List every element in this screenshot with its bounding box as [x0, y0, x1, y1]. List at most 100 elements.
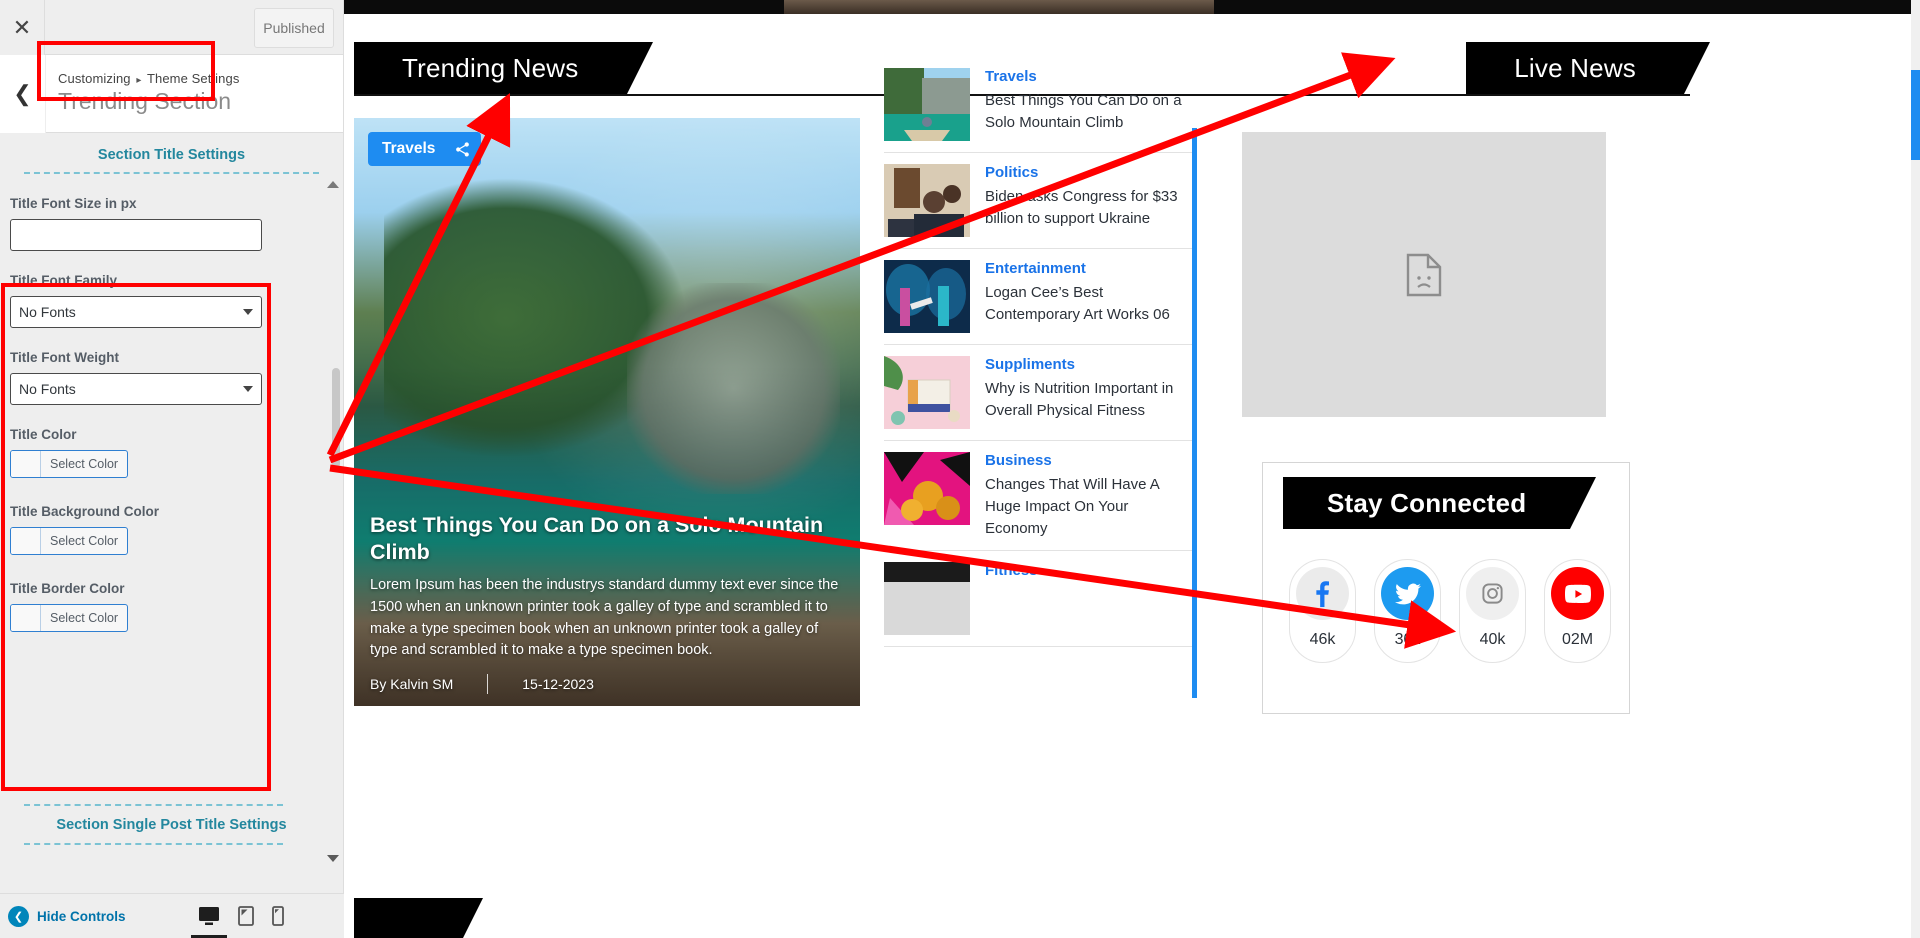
social-count: 40k: [1479, 631, 1506, 648]
list-item-category[interactable]: Travels: [985, 68, 1192, 85]
title-border-color-picker[interactable]: Select Color: [10, 604, 129, 632]
list-item-text: Travels Best Things You Can Do on a Solo…: [985, 68, 1192, 134]
list-item[interactable]: Suppliments Why is Nutrition Important i…: [884, 345, 1192, 441]
select-color-label: Select Color: [50, 534, 119, 548]
list-item-category[interactable]: Fitness: [985, 562, 1038, 579]
scroll-up-arrow-icon[interactable]: [327, 181, 339, 188]
divider: [24, 804, 283, 806]
live-news-placeholder: [1242, 132, 1606, 417]
title-background-color-picker[interactable]: Select Color: [10, 527, 129, 555]
section-title-settings-heading: Section Title Settings: [97, 147, 246, 163]
list-item-category[interactable]: Entertainment: [985, 260, 1192, 277]
control-title-font-family: Title Font Family No Fonts: [10, 273, 333, 328]
list-item-text: Politics Biden asks Congress for $33 bil…: [985, 164, 1192, 230]
panel-titles: Customizing ▸ Theme Settings Trending Se…: [46, 71, 239, 116]
list-item-text: Entertainment Logan Cee’s Best Contempor…: [985, 260, 1192, 326]
section-single-post-title-settings-heading: Section Single Post Title Settings: [56, 817, 287, 833]
preview-top-strip: [344, 0, 1920, 14]
scrollbar-thumb[interactable]: [332, 368, 340, 468]
hero-author: By Kalvin SM: [370, 676, 454, 692]
list-item-thumbnail: [884, 164, 970, 237]
hero-excerpt: Lorem Ipsum has been the industrys stand…: [370, 577, 839, 659]
stay-connected-title-ribbon: Stay Connected: [1283, 477, 1629, 529]
title-font-weight-select[interactable]: No Fonts: [10, 373, 262, 405]
list-item-title[interactable]: Logan Cee’s Best Contemporary Art Works …: [985, 282, 1192, 326]
social-instagram[interactable]: 40k: [1459, 559, 1526, 663]
breadcrumb: Customizing ▸ Theme Settings: [58, 71, 239, 86]
list-item-text: Suppliments Why is Nutrition Important i…: [985, 356, 1192, 422]
hero-category-badge[interactable]: Travels: [368, 132, 482, 166]
chevron-down-icon: [243, 386, 253, 392]
list-item-title[interactable]: Why is Nutrition Important in Overall Ph…: [985, 378, 1192, 422]
color-swatch: [11, 605, 41, 631]
control-title-background-color: Title Background Color Select Color: [10, 504, 333, 559]
list-item-title[interactable]: Biden asks Congress for $33 billion to s…: [985, 186, 1192, 230]
next-section-title: [354, 898, 484, 938]
control-label: Title Color: [10, 427, 77, 442]
control-title-color: Title Color Select Color: [10, 427, 333, 482]
instagram-icon: [1466, 567, 1519, 620]
social-twitter[interactable]: 30k: [1374, 559, 1441, 663]
divider: [24, 172, 319, 174]
list-item-thumbnail: [884, 562, 970, 636]
trending-news-title: Trending News: [354, 42, 652, 94]
divider: [24, 843, 283, 845]
list-item-text: Fitness: [985, 562, 1038, 584]
close-icon[interactable]: ✕: [0, 0, 45, 55]
chevron-left-icon[interactable]: ❮: [0, 54, 46, 133]
title-font-size-input[interactable]: [10, 219, 262, 251]
customizer-header: ✕ Published: [0, 0, 343, 55]
list-item-category[interactable]: Suppliments: [985, 356, 1192, 373]
hero-date: 15-12-2023: [522, 676, 594, 692]
list-item[interactable]: Fitness: [884, 551, 1192, 648]
hero-meta: By Kalvin SM 15-12-2023: [370, 674, 844, 694]
list-item[interactable]: Business Changes That Will Have A Huge I…: [884, 441, 1192, 552]
social-count: 02M: [1561, 631, 1594, 648]
social-facebook[interactable]: 46k: [1289, 559, 1356, 663]
color-swatch: [11, 451, 41, 477]
scrollbar-thumb[interactable]: [1911, 70, 1920, 160]
hero-text-block: Best Things You Can Do on a Solo Mountai…: [370, 512, 844, 694]
mobile-icon[interactable]: [272, 906, 284, 926]
trending-news-section: Trending News Travels Best Things You Ca…: [354, 42, 1192, 706]
tablet-icon[interactable]: [238, 906, 254, 926]
live-news-section: Live News Stay Connected 46k 30k 40k 02M: [1192, 42, 1910, 714]
list-item-category[interactable]: Business: [985, 452, 1192, 469]
scroll-down-arrow-icon[interactable]: [327, 855, 339, 862]
divider: [1192, 94, 1690, 96]
desktop-icon[interactable]: [191, 906, 227, 938]
control-label: Title Font Weight: [10, 350, 119, 365]
list-item-title[interactable]: Changes That Will Have A Huge Impact On …: [985, 474, 1192, 539]
broken-document-icon: [1406, 253, 1442, 296]
list-item[interactable]: Travels Best Things You Can Do on a Solo…: [884, 64, 1192, 153]
controls-list: Title Font Size in px Title Font Family …: [0, 196, 343, 636]
hero-article-card[interactable]: Travels Best Things You Can Do on a Solo…: [354, 118, 860, 706]
color-swatch: [11, 528, 41, 554]
social-count: 30k: [1394, 631, 1421, 648]
hero-category-label: Travels: [382, 140, 436, 157]
list-item[interactable]: Entertainment Logan Cee’s Best Contempor…: [884, 249, 1192, 345]
breadcrumb-parent[interactable]: Theme Settings: [147, 71, 239, 86]
preview-scrollbar[interactable]: [1911, 0, 1920, 938]
social-youtube[interactable]: 02M: [1544, 559, 1611, 663]
control-title-font-size: Title Font Size in px: [10, 196, 333, 251]
hide-controls-button[interactable]: ❮ Hide Controls: [8, 905, 126, 927]
site-preview: Trending News Travels Best Things You Ca…: [344, 0, 1920, 938]
title-color-picker[interactable]: Select Color: [10, 450, 129, 478]
sidebar-scrollbar[interactable]: [332, 243, 340, 863]
hero-title[interactable]: Best Things You Can Do on a Solo Mountai…: [370, 512, 844, 566]
chevron-left-circle-icon: ❮: [8, 905, 29, 927]
select-color-label: Select Color: [50, 457, 119, 471]
list-item[interactable]: Politics Biden asks Congress for $33 bil…: [884, 153, 1192, 249]
top-banner-image: [784, 0, 1214, 14]
device-preview-buttons: [191, 906, 284, 938]
list-item-thumbnail: [884, 452, 970, 525]
publish-button[interactable]: Published: [254, 8, 334, 48]
facebook-icon: [1296, 567, 1349, 620]
title-font-family-select[interactable]: No Fonts: [10, 296, 262, 328]
share-icon[interactable]: [447, 134, 477, 164]
breadcrumb-separator-icon: ▸: [136, 75, 142, 87]
list-item-title[interactable]: Best Things You Can Do on a Solo Mountai…: [985, 90, 1192, 134]
control-label: Title Font Size in px: [10, 196, 137, 211]
list-item-category[interactable]: Politics: [985, 164, 1192, 181]
